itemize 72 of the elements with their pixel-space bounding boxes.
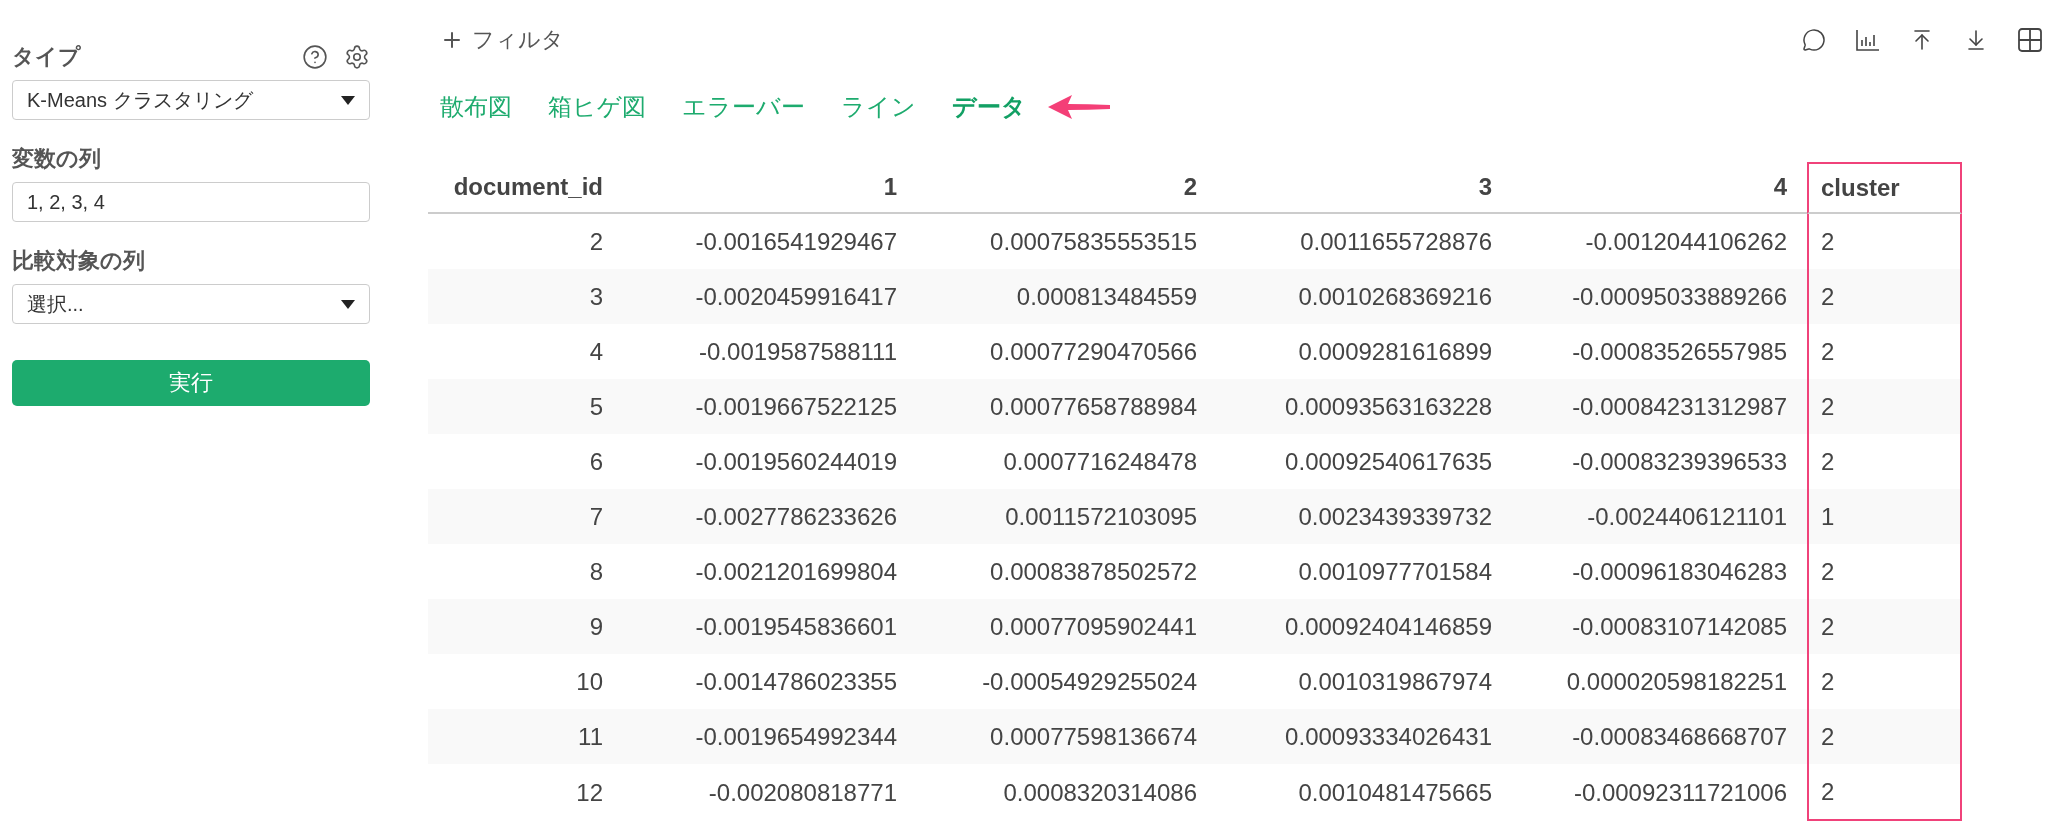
table-cell-text: 8 — [588, 556, 604, 587]
table-cell-text: 0.0010268369216 — [1297, 281, 1493, 312]
table-cell-text: -0.0019587588111 — [698, 336, 898, 367]
table-cell-text: 0.00077658788984 — [989, 391, 1198, 422]
table-cell-text: 2 — [588, 226, 604, 257]
table-cell-text: -0.00054929255024 — [981, 666, 1198, 697]
table-cell-text: -0.00083107142085 — [1571, 611, 1788, 642]
table-cell-text: 0.00077095902441 — [989, 611, 1198, 642]
table-cell-text: -0.00083526557985 — [1571, 336, 1788, 367]
table-cell-text: -0.00084231312987 — [1571, 391, 1788, 422]
table-cell-text: 0.00083878502572 — [989, 556, 1198, 587]
table-cell-text: 0.0008320314086 — [1002, 777, 1198, 808]
table-cell-text: 0.00092404146859 — [1284, 611, 1493, 642]
column-header[interactable]: cluster — [1807, 162, 1962, 214]
table-cell-text: -0.0019654992344 — [694, 721, 898, 752]
table-cell-text: -0.00083468668707 — [1571, 721, 1788, 752]
table-cell-text: 3 — [588, 281, 604, 312]
table-cell-text: -0.0016541929467 — [694, 226, 898, 257]
table-cell-text: -0.0019560244019 — [694, 446, 898, 477]
table-cell-text: 11 — [577, 721, 604, 752]
table-cell-text: 0.00093563163228 — [1284, 391, 1493, 422]
table-cell-text: -0.0012044106262 — [1584, 226, 1788, 257]
table-cell-text: 0.00077598136674 — [989, 721, 1198, 752]
table-cell-text: 5 — [588, 391, 604, 422]
input-field[interactable]: 1, 2, 3, 4 — [12, 182, 370, 222]
caret-icon — [341, 299, 355, 309]
table-cell-text: -0.0014786023355 — [694, 666, 898, 697]
table-cell-text: -0.0019667522125 — [694, 391, 898, 422]
table-cell-text: 7 — [588, 501, 604, 532]
table-cell-text: 9 — [588, 611, 604, 642]
table-cell-text: -0.0027786233626 — [694, 501, 898, 532]
table-cell-text: 0.00093334026431 — [1284, 721, 1493, 752]
table-cell-text: 0.0023439339732 — [1297, 501, 1493, 532]
table-cell-text: 0.000813484559 — [1015, 281, 1198, 312]
table-cell: 2 — [1807, 764, 1962, 821]
table-cell-text: 0.000020598182251 — [1565, 666, 1788, 697]
table-cell-text: 0.0010319867974 — [1297, 666, 1493, 697]
table-cell-text: 0.00092540617635 — [1284, 446, 1493, 477]
table-cell-text: 0.0011572103095 — [1004, 501, 1198, 532]
table-cell-text: 0.0010977701584 — [1297, 556, 1493, 587]
help-icon[interactable] — [302, 44, 328, 70]
settings-icon[interactable] — [344, 44, 370, 70]
table-cell-text: 0.0007716248478 — [1002, 446, 1198, 477]
table-cell-text: -0.0020459916417 — [694, 281, 898, 312]
comment-icon[interactable] — [1802, 28, 1826, 52]
field-label: タイプ — [12, 43, 81, 71]
table-cell-text: 4 — [588, 336, 604, 367]
table-cell-text: 0.0011655728876 — [1299, 226, 1493, 257]
table-cell-text: 10 — [575, 666, 604, 697]
select-field[interactable]: 選択... — [12, 284, 370, 324]
table-cell-text: 6 — [588, 446, 604, 477]
select-field[interactable]: K-Means クラスタリング — [12, 80, 370, 120]
arrow-icon — [1048, 93, 1112, 121]
table-cell-text: 0.00075835553515 — [989, 226, 1198, 257]
table-cell-text: 12 — [575, 777, 604, 808]
table-cell-text: -0.00083239396533 — [1571, 446, 1788, 477]
table-cell-text: -0.002080818771 — [707, 777, 898, 808]
caret-icon — [341, 95, 355, 105]
bar-chart-icon[interactable] — [1856, 29, 1880, 51]
grid-icon[interactable] — [2018, 28, 2042, 52]
table-cell-text: -0.00096183046283 — [1571, 556, 1788, 587]
table-cell-text: -0.00092311721006 — [1572, 777, 1788, 808]
table-cell-text: -0.0024406121101 — [1586, 501, 1788, 532]
filter-button[interactable]: フィルタ — [440, 25, 564, 55]
field-label: 比較対象の列 — [12, 247, 145, 275]
field-label: 変数の列 — [12, 145, 101, 173]
table-cell-text: 0.0010481475665 — [1297, 777, 1493, 808]
table-cell-text: -0.00095033889266 — [1571, 281, 1788, 312]
table-cell-text: -0.0021201699804 — [694, 556, 898, 587]
table-cell-text: -0.0019545836601 — [694, 611, 898, 642]
table-cell-text: 0.0009281616899 — [1297, 336, 1493, 367]
table-cell-text: 0.00077290470566 — [989, 336, 1198, 367]
